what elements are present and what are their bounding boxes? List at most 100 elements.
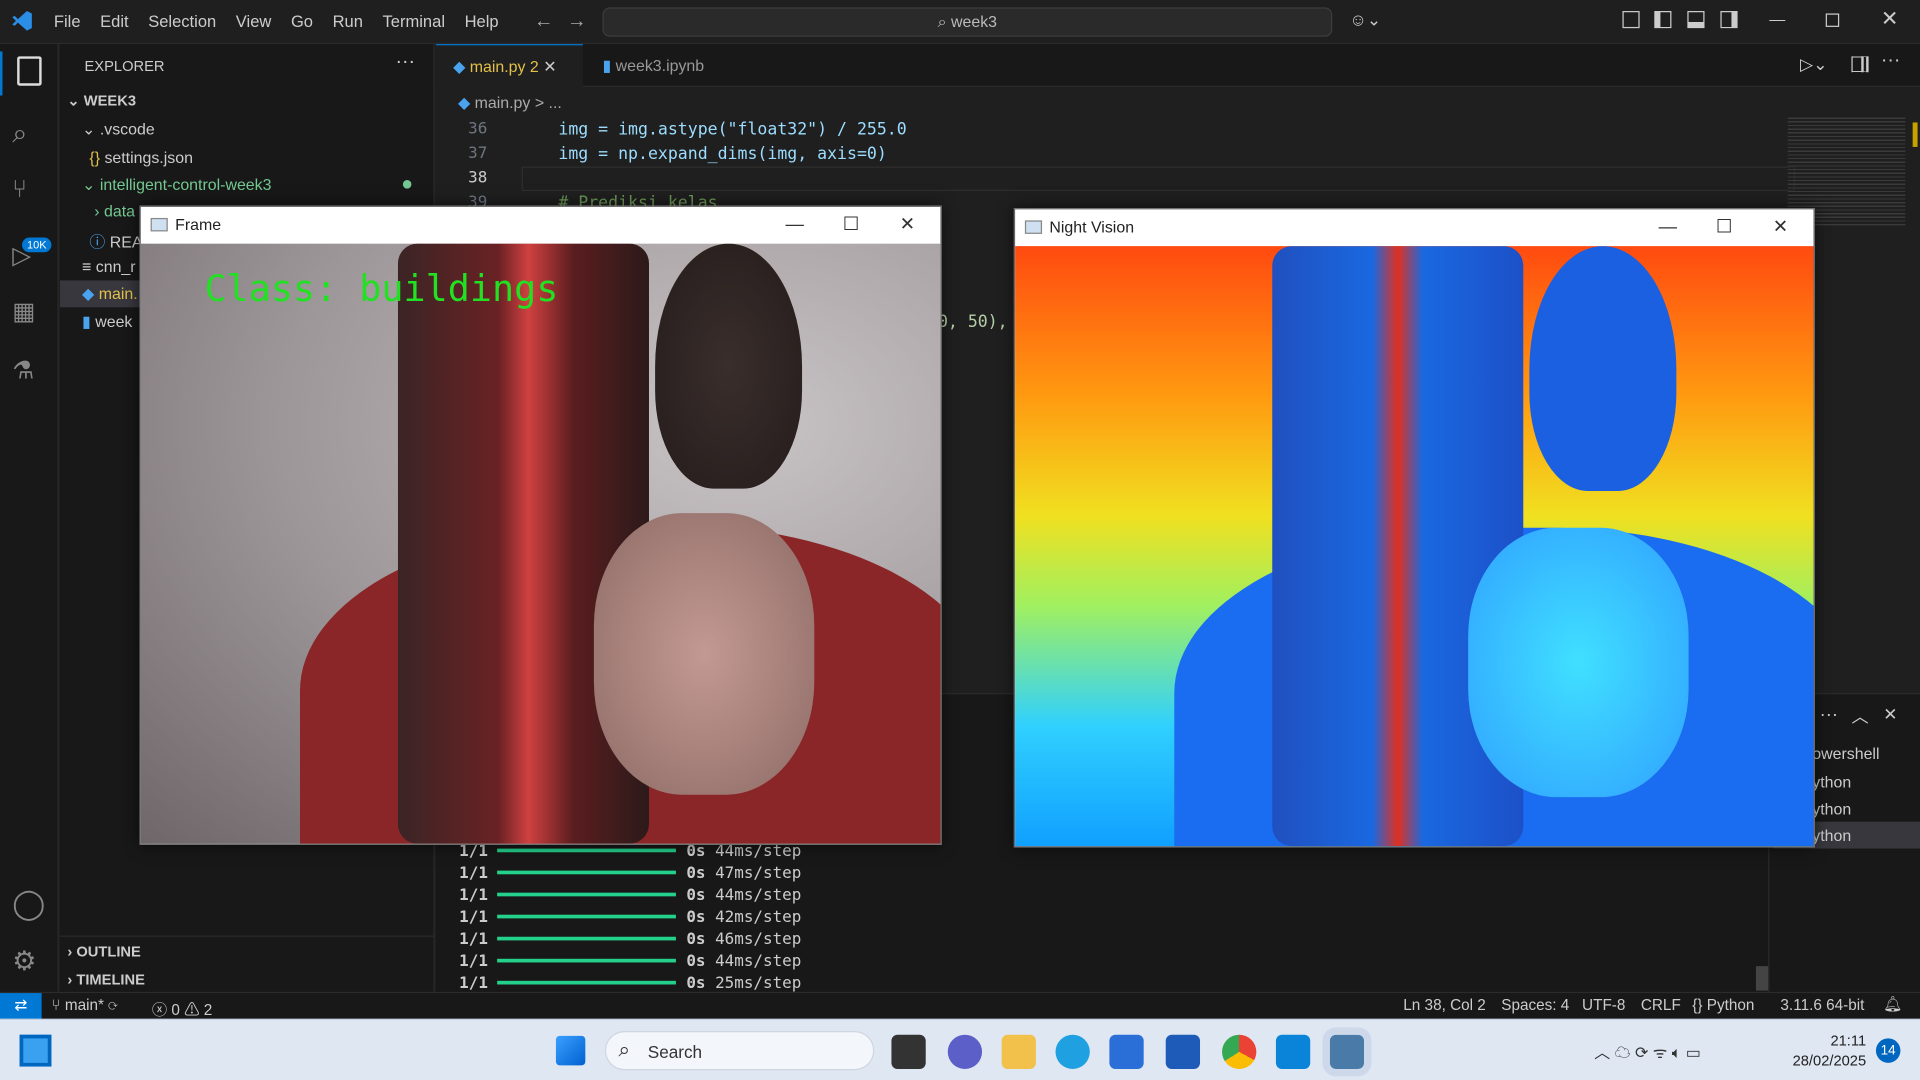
timeline-section[interactable]: › TIMELINE <box>67 971 145 988</box>
command-center[interactable]: ⌕ week3 <box>602 7 1333 37</box>
indentation[interactable]: Spaces: 4 <box>1501 997 1569 1014</box>
settings-gear-icon[interactable]: ⚙ <box>12 945 46 979</box>
folder-vscode[interactable]: ⌄ .vscode <box>82 120 155 140</box>
menu-help[interactable]: Help <box>465 12 499 30</box>
minimize-icon[interactable]: — <box>767 207 823 244</box>
run-file-icon[interactable]: ▷⌄ <box>1800 54 1828 75</box>
file-main-py[interactable]: ◆ main. <box>82 284 138 304</box>
notifications-bell-icon[interactable]: 🔔︎ <box>1883 996 1902 1014</box>
file-settings-json[interactable]: {} settings.json <box>89 148 193 166</box>
terminal-list-item[interactable]: owershell <box>1812 744 1879 762</box>
taskbar-search[interactable]: ⌕ Search <box>604 1031 875 1071</box>
file-readme[interactable]: ⓘ REA <box>89 229 142 252</box>
chrome-icon[interactable] <box>1222 1034 1257 1069</box>
terminal-list-item[interactable]: ython <box>1812 773 1851 791</box>
file-explorer-icon[interactable] <box>1001 1034 1036 1069</box>
widgets-icon[interactable] <box>19 1034 52 1067</box>
code-line-36[interactable]: img = img.astype("float32") / 255.0 <box>558 120 906 140</box>
chevron-up-icon[interactable]: ︿ <box>1594 1043 1614 1061</box>
menu-go[interactable]: Go <box>291 12 313 30</box>
restore-icon[interactable] <box>1825 13 1840 27</box>
close-icon[interactable]: ✕ <box>879 207 935 244</box>
tab-week3-ipynb[interactable]: ▮ week3.ipynb <box>585 44 744 87</box>
testing-icon[interactable]: ⚗ <box>12 355 46 389</box>
language-mode[interactable]: {} Python <box>1692 997 1754 1014</box>
outline-section[interactable]: › OUTLINE <box>67 943 140 960</box>
terminal-list-item[interactable]: ython <box>1812 800 1851 818</box>
split-editor-icon[interactable] <box>1851 56 1869 73</box>
explorer-icon[interactable] <box>17 56 42 86</box>
python-interpreter[interactable]: 3.11.6 64-bit <box>1780 997 1864 1014</box>
cursor-position[interactable]: Ln 38, Col 2 <box>1403 997 1486 1014</box>
account-icon[interactable]: ◯ <box>12 887 46 921</box>
toggle-secondary-sidebar-icon[interactable] <box>1720 11 1738 29</box>
customize-layout-icon[interactable] <box>1622 11 1640 29</box>
teams-icon[interactable] <box>947 1034 983 1069</box>
branch-indicator[interactable]: ⑂ main* ⟳ <box>51 997 117 1014</box>
terminal-list-item[interactable]: ython <box>1812 827 1851 845</box>
night-vision-window[interactable]: Night Vision — ☐ ✕ <box>1013 208 1815 848</box>
file-week3-ipynb[interactable]: ▮ week <box>82 312 132 332</box>
run-debug-icon[interactable]: ▷ <box>12 240 46 274</box>
toggle-sidebar-icon[interactable] <box>1654 11 1672 29</box>
toggle-panel-icon[interactable] <box>1687 11 1705 29</box>
tray-icons[interactable]: ︿ ☁ ⟳ ᯤ 🔈︎ ▭ <box>1594 1040 1700 1063</box>
edge-icon[interactable] <box>1055 1034 1090 1069</box>
notification-badge[interactable]: 14 <box>1875 1038 1901 1063</box>
panel-more-icon[interactable]: ··· <box>1820 704 1838 725</box>
editor-more-icon[interactable]: ··· <box>1881 50 1901 72</box>
maximize-panel-icon[interactable]: ︿ <box>1851 704 1868 728</box>
line-ending[interactable]: CRLF <box>1641 997 1681 1014</box>
breadcrumb-symbol[interactable]: ... <box>549 93 562 111</box>
menu-selection[interactable]: Selection <box>148 12 216 30</box>
windows-start-icon[interactable] <box>555 1035 586 1066</box>
extensions-icon[interactable]: ▦ <box>12 296 46 330</box>
sync-icon[interactable]: ⟳ <box>108 997 117 1014</box>
vscode-taskbar-icon[interactable] <box>1275 1034 1311 1069</box>
remote-icon[interactable]: ⇄ <box>0 993 42 1021</box>
search-icon[interactable]: ⌕ <box>12 118 46 152</box>
menu-view[interactable]: View <box>236 12 272 30</box>
folder-intelligent-control[interactable]: ⌄ intelligent-control-week3 <box>82 175 271 195</box>
minimize-icon[interactable]: — <box>1640 209 1696 246</box>
maximize-icon[interactable]: ☐ <box>823 207 879 244</box>
folder-root[interactable]: ⌄ WEEK3 <box>67 92 136 109</box>
sync-error-icon[interactable]: ⟳ <box>1635 1043 1653 1061</box>
onedrive-icon[interactable]: ☁ <box>1615 1043 1635 1061</box>
volume-icon[interactable]: 🔈︎ <box>1672 1043 1686 1061</box>
terminal-scrollbar[interactable] <box>1755 966 1769 991</box>
code-line-37[interactable]: img = np.expand_dims(img, axis=0) <box>558 144 886 164</box>
forward-arrow-icon[interactable]: → <box>567 11 587 33</box>
problems-indicator[interactable]: ⓧ 0 ⚠ 2 <box>152 997 212 1020</box>
source-control-icon[interactable]: ⑂ <box>12 176 46 210</box>
breadcrumb-file[interactable]: main.py <box>475 93 531 111</box>
menu-run[interactable]: Run <box>333 12 363 30</box>
progress-bar <box>497 870 677 874</box>
frame-titlebar[interactable]: Frame — ☐ ✕ <box>141 207 941 244</box>
task-view-icon[interactable] <box>891 1034 926 1069</box>
menu-edit[interactable]: Edit <box>100 12 128 30</box>
word-icon[interactable] <box>1165 1034 1201 1069</box>
file-cnn[interactable]: ≡ cnn_r <box>82 257 136 275</box>
battery-icon[interactable]: ▭ <box>1686 1043 1701 1061</box>
close-icon[interactable]: ✕ <box>1881 7 1898 31</box>
more-actions-icon[interactable]: ··· <box>396 51 416 73</box>
close-panel-icon[interactable]: ✕ <box>1883 704 1897 725</box>
store-icon[interactable] <box>1109 1034 1144 1069</box>
close-icon[interactable]: ✕ <box>1752 209 1808 246</box>
frame-window[interactable]: Frame — ☐ ✕ Class: buildings <box>139 205 942 845</box>
night-vision-titlebar[interactable]: Night Vision — ☐ ✕ <box>1015 209 1813 246</box>
maximize-icon[interactable]: ☐ <box>1696 209 1752 246</box>
encoding[interactable]: UTF-8 <box>1582 997 1625 1014</box>
python-app-icon[interactable] <box>1322 1027 1372 1077</box>
copilot-icon[interactable]: ☺⌄ <box>1349 10 1381 31</box>
minimize-icon[interactable]: — <box>1769 10 1785 28</box>
tab-main-py[interactable]: ◆ main.py 2 ✕ <box>435 44 583 87</box>
clock[interactable]: 21:11 28/02/2025 <box>1788 1031 1867 1070</box>
wifi-icon[interactable]: ᯤ <box>1653 1043 1672 1061</box>
menu-terminal[interactable]: Terminal <box>383 12 445 30</box>
menu-file[interactable]: File <box>54 12 81 30</box>
folder-data[interactable]: › data <box>94 202 135 220</box>
close-tab-icon[interactable]: ✕ <box>543 58 556 76</box>
back-arrow-icon[interactable]: ← <box>534 11 554 33</box>
